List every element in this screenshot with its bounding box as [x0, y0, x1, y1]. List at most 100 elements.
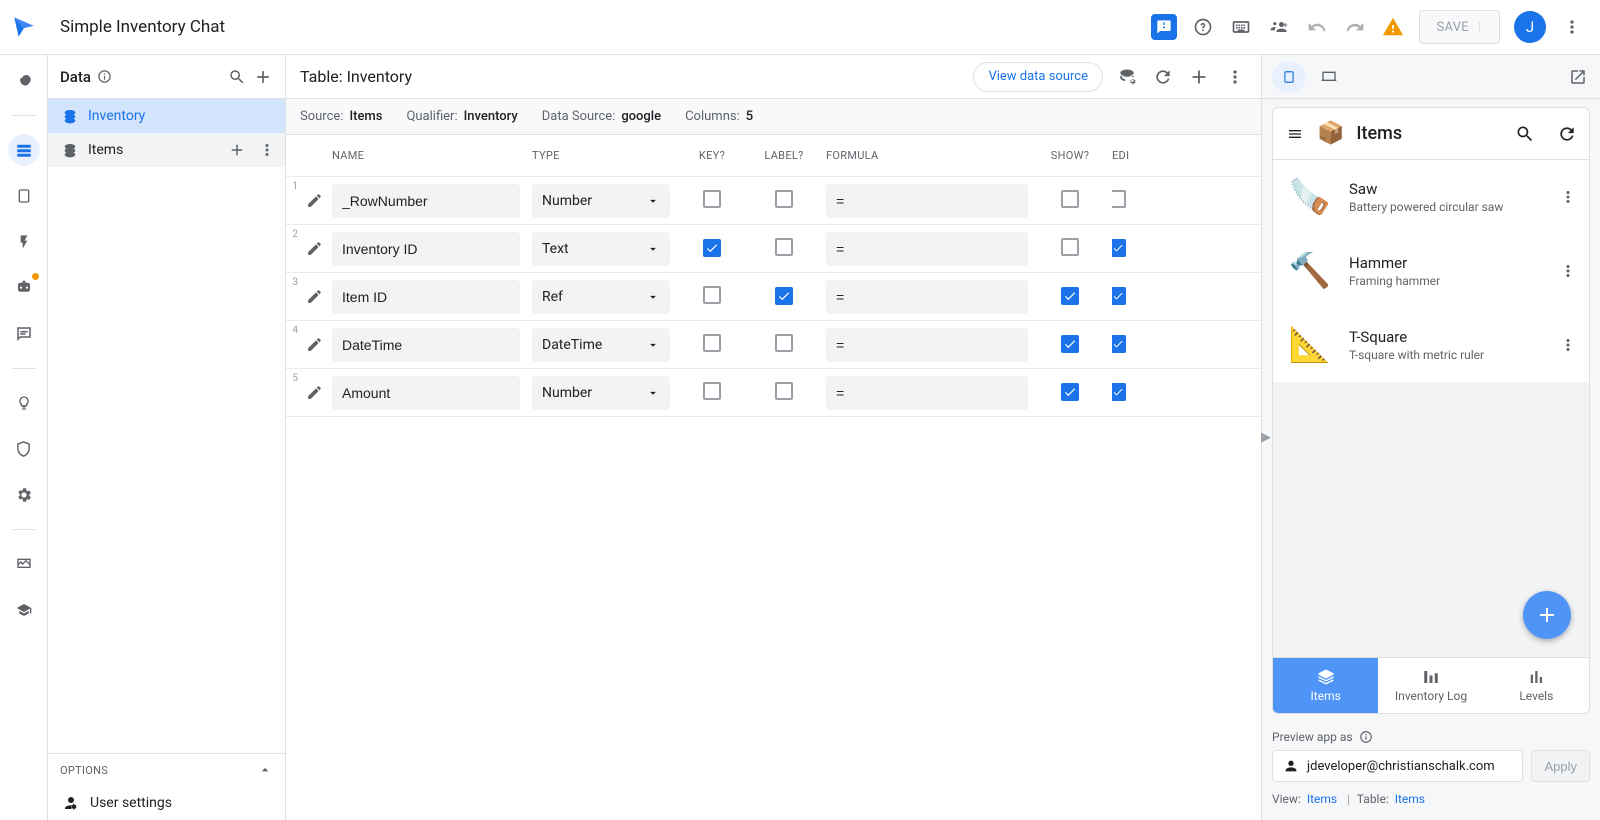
- preview-mobile-tab[interactable]: [1272, 62, 1306, 92]
- preview-expander-icon[interactable]: ▶: [1261, 420, 1271, 456]
- phone-nav-levels[interactable]: Levels: [1484, 658, 1589, 713]
- phone-list-item[interactable]: 🔨 Hammer Framing hammer: [1273, 234, 1589, 308]
- item-menu-icon[interactable]: [1559, 262, 1577, 280]
- side-search-icon[interactable]: [227, 67, 247, 87]
- rail-monitor-icon[interactable]: [8, 548, 40, 580]
- sidebar-item-label: Items: [88, 142, 123, 158]
- hamburger-icon[interactable]: [1285, 126, 1305, 142]
- edit-checkbox[interactable]: [1112, 190, 1126, 208]
- preview-desktop-tab[interactable]: [1312, 62, 1346, 92]
- rail-learn-icon[interactable]: [8, 594, 40, 626]
- column-type-select[interactable]: Ref: [532, 280, 670, 314]
- formula-input[interactable]: [826, 328, 1028, 362]
- row-menu-icon[interactable]: [257, 140, 277, 160]
- table-add-icon[interactable]: [1187, 65, 1211, 89]
- sidebar-table-items[interactable]: Items: [48, 133, 285, 167]
- rail-idea-icon[interactable]: [8, 387, 40, 419]
- formula-input[interactable]: [826, 280, 1028, 314]
- overflow-menu-icon[interactable]: [1560, 15, 1584, 39]
- column-name-input[interactable]: [332, 184, 520, 218]
- rail-chat-icon[interactable]: [8, 318, 40, 350]
- side-add-icon[interactable]: [253, 67, 273, 87]
- formula-input[interactable]: [826, 232, 1028, 266]
- row-add-icon[interactable]: [227, 140, 247, 160]
- open-external-icon[interactable]: [1566, 65, 1590, 89]
- preview-email-input[interactable]: jdeveloper@christianschalk.com: [1272, 750, 1523, 782]
- phone-nav-label: Items: [1311, 689, 1341, 703]
- edit-checkbox[interactable]: [1112, 383, 1126, 401]
- checkbox[interactable]: [775, 238, 793, 256]
- checkbox[interactable]: [703, 239, 721, 257]
- phone-nav-items[interactable]: Items: [1273, 658, 1378, 713]
- edit-checkbox[interactable]: [1112, 335, 1126, 353]
- options-toggle[interactable]: OPTIONS: [48, 754, 285, 786]
- table-refresh-icon[interactable]: [1151, 65, 1175, 89]
- checkbox[interactable]: [703, 190, 721, 208]
- table-settings-icon[interactable]: [1115, 65, 1139, 89]
- checkbox[interactable]: [703, 286, 721, 304]
- checkbox[interactable]: [1061, 190, 1079, 208]
- checkbox[interactable]: [1061, 335, 1079, 353]
- ctx-view-link[interactable]: Items: [1307, 792, 1337, 806]
- edit-pencil-icon[interactable]: [302, 384, 326, 401]
- checkbox[interactable]: [1061, 238, 1079, 256]
- rail-data-icon[interactable]: [8, 134, 40, 166]
- rail-bot-icon[interactable]: [8, 272, 40, 304]
- feedback-icon[interactable]: [1151, 14, 1177, 40]
- rail-settings-icon[interactable]: [8, 479, 40, 511]
- rail-security-icon[interactable]: [8, 433, 40, 465]
- redo-icon[interactable]: [1343, 15, 1367, 39]
- ctx-table-link[interactable]: Items: [1395, 792, 1425, 806]
- user-settings-row[interactable]: User settings: [48, 786, 285, 820]
- fab-add-button[interactable]: [1523, 591, 1571, 639]
- column-type-select[interactable]: Text: [532, 232, 670, 266]
- edit-pencil-icon[interactable]: [302, 288, 326, 305]
- sidebar-item-label: Inventory: [88, 108, 145, 124]
- edit-pencil-icon[interactable]: [302, 336, 326, 353]
- checkbox[interactable]: [775, 287, 793, 305]
- column-name-input[interactable]: [332, 376, 520, 410]
- phone-nav-inventory-log[interactable]: Inventory Log: [1378, 658, 1483, 713]
- formula-input[interactable]: [826, 376, 1028, 410]
- checkbox[interactable]: [1061, 287, 1079, 305]
- keyboard-icon[interactable]: [1229, 15, 1253, 39]
- checkbox[interactable]: [775, 382, 793, 400]
- checkbox[interactable]: [775, 190, 793, 208]
- phone-list-item[interactable]: 📐 T-Square T-square with metric ruler: [1273, 308, 1589, 382]
- item-menu-icon[interactable]: [1559, 336, 1577, 354]
- item-menu-icon[interactable]: [1559, 188, 1577, 206]
- info-icon[interactable]: [1359, 730, 1373, 744]
- table-menu-icon[interactable]: [1223, 65, 1247, 89]
- warning-icon[interactable]: [1381, 15, 1405, 39]
- column-type-select[interactable]: Number: [532, 376, 670, 410]
- rail-views-icon[interactable]: [8, 180, 40, 212]
- column-type-select[interactable]: DateTime: [532, 328, 670, 362]
- column-name-input[interactable]: [332, 280, 520, 314]
- edit-checkbox[interactable]: [1112, 287, 1126, 305]
- apply-button[interactable]: Apply: [1531, 750, 1590, 782]
- phone-search-icon[interactable]: [1515, 124, 1535, 144]
- share-icon[interactable]: [1267, 15, 1291, 39]
- edit-pencil-icon[interactable]: [302, 240, 326, 257]
- help-icon[interactable]: [1191, 15, 1215, 39]
- undo-icon[interactable]: [1305, 15, 1329, 39]
- user-avatar[interactable]: J: [1514, 11, 1546, 43]
- column-name-input[interactable]: [332, 328, 520, 362]
- column-type-select[interactable]: Number: [532, 184, 670, 218]
- rail-actions-icon[interactable]: [8, 226, 40, 258]
- view-data-source-button[interactable]: View data source: [973, 62, 1103, 92]
- info-icon[interactable]: [97, 69, 112, 84]
- chevron-down-icon: [646, 242, 660, 256]
- column-name-input[interactable]: [332, 232, 520, 266]
- edit-pencil-icon[interactable]: [302, 192, 326, 209]
- rail-home-icon[interactable]: [8, 65, 40, 97]
- phone-refresh-icon[interactable]: [1557, 124, 1577, 144]
- checkbox[interactable]: [703, 382, 721, 400]
- checkbox[interactable]: [703, 334, 721, 352]
- checkbox[interactable]: [1061, 383, 1079, 401]
- sidebar-table-inventory[interactable]: Inventory: [48, 99, 285, 133]
- formula-input[interactable]: [826, 184, 1028, 218]
- phone-list-item[interactable]: 🪚 Saw Battery powered circular saw: [1273, 160, 1589, 234]
- edit-checkbox[interactable]: [1112, 239, 1126, 257]
- checkbox[interactable]: [775, 334, 793, 352]
